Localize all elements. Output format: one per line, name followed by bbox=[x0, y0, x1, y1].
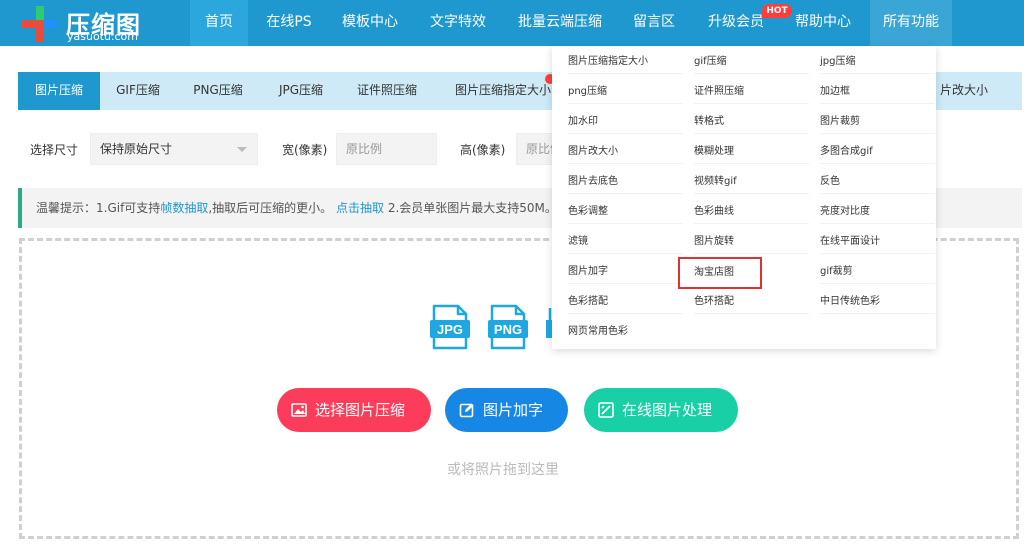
tab-id-photo-compress[interactable]: 证件照压缩 bbox=[344, 72, 430, 110]
nav-online-ps[interactable]: 在线PS bbox=[258, 0, 320, 46]
menu-item[interactable]: png压缩 bbox=[568, 80, 683, 104]
menu-item[interactable]: 色彩曲线 bbox=[694, 200, 809, 224]
menu-item[interactable]: 图片去底色 bbox=[568, 170, 683, 194]
select-image-compress-label: 选择图片压缩 bbox=[315, 401, 406, 419]
image-upload-icon bbox=[291, 403, 307, 417]
image-edit-icon bbox=[598, 402, 614, 418]
jpg-file-icon: JPG bbox=[430, 304, 470, 350]
nav-upgrade-vip[interactable]: 升级会员 bbox=[700, 0, 772, 46]
drop-hint: 或将照片拖到这里 bbox=[447, 462, 559, 478]
tab-compress-to-size[interactable]: 图片压缩指定大小 bbox=[448, 72, 558, 110]
online-image-process-button[interactable]: 在线图片处理 bbox=[584, 388, 738, 432]
tip-prefix: 温馨提示：1.Gif可支持 bbox=[36, 201, 161, 215]
menu-item-taobao-highlighted[interactable]: 淘宝店图 bbox=[678, 257, 762, 289]
select-image-compress-button[interactable]: 选择图片压缩 bbox=[277, 388, 431, 432]
tab-gif-compress[interactable]: GIF压缩 bbox=[100, 72, 176, 110]
menu-item[interactable]: 加水印 bbox=[568, 110, 683, 134]
menu-item[interactable]: 中日传统色彩 bbox=[820, 290, 935, 314]
menu-item[interactable]: 反色 bbox=[820, 170, 935, 194]
nav-message-board[interactable]: 留言区 bbox=[624, 0, 684, 46]
menu-item[interactable]: gif裁剪 bbox=[820, 260, 935, 284]
menu-item[interactable]: 图片改大小 bbox=[568, 140, 683, 164]
menu-item[interactable]: gif压缩 bbox=[694, 50, 809, 74]
nav-help-center[interactable]: 帮助中心 bbox=[786, 0, 860, 46]
menu-item[interactable]: 模糊处理 bbox=[694, 140, 809, 164]
height-label: 高(像素) bbox=[460, 143, 506, 157]
png-file-icon: PNG bbox=[488, 304, 528, 350]
online-image-process-label: 在线图片处理 bbox=[622, 401, 713, 419]
tab-jpg-compress[interactable]: JPG压缩 bbox=[263, 72, 339, 110]
menu-item[interactable]: 网页常用色彩 bbox=[568, 320, 683, 344]
menu-item[interactable]: 图片裁剪 bbox=[820, 110, 935, 134]
chevron-down-icon bbox=[237, 147, 247, 152]
add-text-button[interactable]: 图片加字 bbox=[445, 388, 568, 432]
menu-item[interactable]: 图片旋转 bbox=[694, 230, 809, 254]
menu-item[interactable]: 在线平面设计 bbox=[820, 230, 935, 254]
menu-item[interactable]: 图片加字 bbox=[568, 260, 683, 284]
tip-middle: ,抽取后可压缩的更小。 bbox=[208, 201, 333, 215]
nav-batch-compress[interactable]: 批量云端压缩 bbox=[510, 0, 610, 46]
tab-png-compress[interactable]: PNG压缩 bbox=[178, 72, 258, 110]
png-file-label: PNG bbox=[494, 322, 522, 337]
tab-resize[interactable]: 片改大小 bbox=[938, 72, 1022, 110]
tab-image-compress[interactable]: 图片压缩 bbox=[18, 72, 100, 110]
site-logo[interactable]: 压缩图 yasuotu.com bbox=[22, 4, 172, 44]
size-select[interactable]: 保持原始尺寸 bbox=[90, 133, 258, 165]
logo-cross-icon bbox=[22, 6, 58, 42]
menu-item[interactable]: jpg压缩 bbox=[820, 50, 935, 74]
menu-item[interactable]: 色环搭配 bbox=[694, 290, 809, 314]
logo-domain: yasuotu.com bbox=[67, 30, 138, 43]
height-input[interactable]: 原比例 bbox=[516, 133, 556, 165]
width-input[interactable]: 原比例 bbox=[336, 133, 437, 165]
width-label: 宽(像素) bbox=[282, 143, 328, 157]
click-extract-link[interactable]: 点击抽取 bbox=[336, 201, 384, 215]
menu-item[interactable]: 色彩调整 bbox=[568, 200, 683, 224]
menu-item[interactable]: 色彩搭配 bbox=[568, 290, 683, 314]
add-text-label: 图片加字 bbox=[483, 401, 544, 419]
menu-item[interactable]: 多图合成gif bbox=[820, 140, 935, 164]
nav-text-effects[interactable]: 文字特效 bbox=[420, 0, 496, 46]
top-nav-bar: 压缩图 yasuotu.com 首页 在线PS 模板中心 文字特效 批量云端压缩… bbox=[0, 0, 1024, 46]
nav-all-features[interactable]: 所有功能 bbox=[870, 0, 952, 46]
hot-badge: HOT bbox=[762, 4, 792, 18]
menu-item[interactable]: 视频转gif bbox=[694, 170, 809, 194]
nav-templates[interactable]: 模板中心 bbox=[334, 0, 406, 46]
all-features-dropdown: 图片压缩指定大小 png压缩 加水印 图片改大小 图片去底色 色彩调整 滤镜 图… bbox=[552, 46, 936, 349]
menu-item[interactable]: 加边框 bbox=[820, 80, 935, 104]
menu-item[interactable]: 滤镜 bbox=[568, 230, 683, 254]
tip-suffix: 2.会员单张图片最大支持50M。 bbox=[384, 201, 557, 215]
size-label: 选择尺寸 bbox=[30, 143, 79, 157]
nav-home[interactable]: 首页 bbox=[190, 0, 248, 46]
size-select-value: 保持原始尺寸 bbox=[100, 142, 173, 156]
menu-item[interactable]: 亮度对比度 bbox=[820, 200, 935, 224]
frame-extract-link[interactable]: 帧数抽取 bbox=[160, 201, 208, 215]
menu-item[interactable]: 转格式 bbox=[694, 110, 809, 134]
edit-icon bbox=[459, 403, 474, 418]
jpg-file-label: JPG bbox=[437, 322, 463, 337]
menu-item[interactable]: 图片压缩指定大小 bbox=[568, 50, 683, 74]
menu-item[interactable]: 证件照压缩 bbox=[694, 80, 809, 104]
